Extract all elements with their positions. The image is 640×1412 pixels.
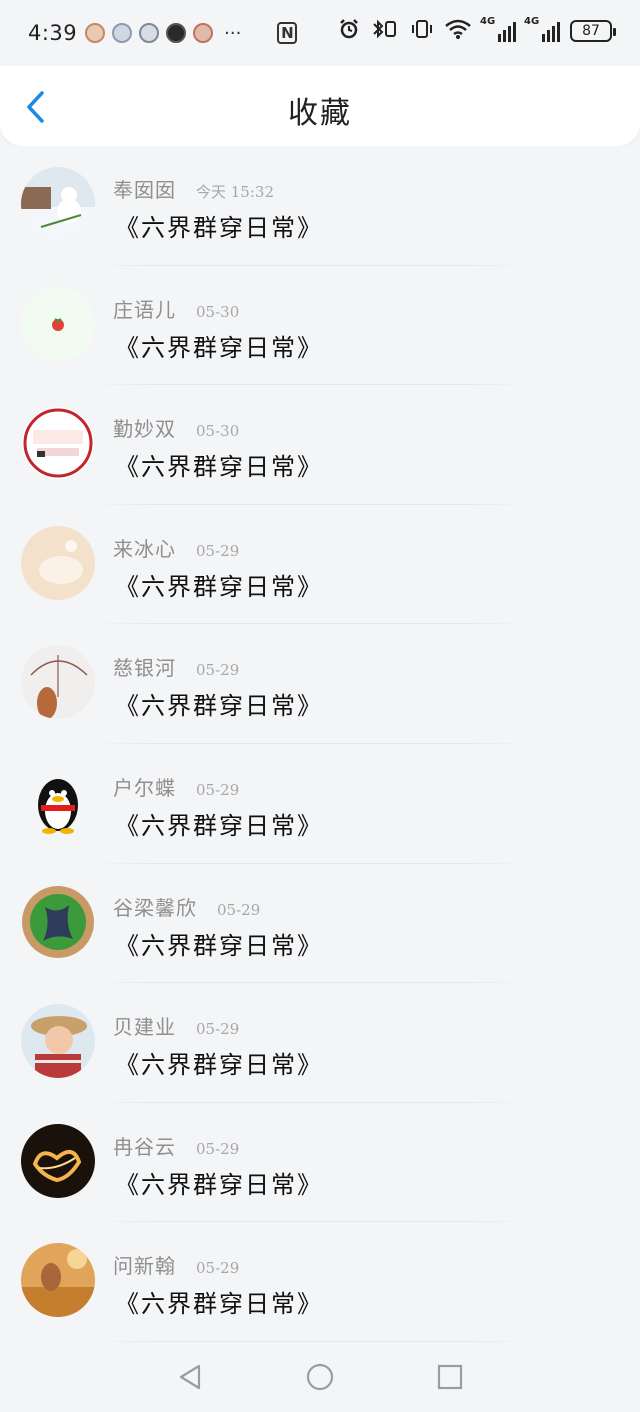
item-content: 《六界群穿日常》 (115, 333, 323, 362)
item-content: 《六界群穿日常》 (115, 1051, 323, 1080)
avatar (21, 525, 95, 600)
avatar (21, 1123, 95, 1198)
bluetooth-vibrate-icon (370, 18, 400, 43)
notification-app-icon (193, 23, 214, 43)
status-bar: 4:39 ··· N 4G 4G 87 (0, 0, 640, 66)
status-time: 4:39 (28, 21, 78, 45)
item-date: 05-29 (196, 1020, 240, 1039)
avatar (21, 286, 95, 361)
item-meta: 贝建业 05-29 (113, 1011, 239, 1040)
author-name: 来冰心 (113, 536, 176, 561)
author-name: 户尔蝶 (113, 775, 176, 800)
more-notifications-icon: ··· (224, 22, 242, 44)
avatar (21, 645, 95, 720)
wifi-icon (444, 18, 472, 43)
triangle-back-icon (179, 1364, 201, 1390)
battery-indicator: 87 (570, 19, 616, 42)
nfc-icon: N (277, 22, 298, 44)
alarm-icon (338, 18, 360, 43)
list-item[interactable]: 问新翰 05-29 《六界群穿日常》 (0, 1222, 640, 1342)
notification-icons: ··· (85, 23, 241, 44)
nav-back-button[interactable] (170, 1357, 210, 1397)
author-name: 问新翰 (113, 1254, 176, 1279)
square-recents-icon (437, 1364, 463, 1390)
author-name: 谷梁馨欣 (113, 895, 197, 920)
page-header: 收藏 (0, 66, 640, 146)
item-date: 05-29 (196, 1259, 240, 1278)
avatar (21, 1004, 95, 1079)
list-item[interactable]: 谷梁馨欣 05-29 《六界群穿日常》 (0, 864, 640, 984)
item-meta: 户尔蝶 05-29 (113, 772, 239, 801)
signal-4g-icon: 4G (524, 16, 560, 42)
item-date: 05-29 (196, 780, 240, 799)
avatar (21, 885, 95, 959)
list-item[interactable]: 庄语儿 05-30 《六界群穿日常》 (0, 266, 640, 386)
avatar (21, 167, 95, 241)
page-title: 收藏 (288, 96, 352, 131)
item-date: 05-29 (217, 900, 261, 919)
item-content: 《六界群穿日常》 (115, 572, 323, 601)
notification-app-icon (112, 23, 133, 43)
item-meta: 来冰心 05-29 (113, 533, 239, 562)
item-date: 05-30 (196, 422, 240, 441)
list-item[interactable]: 来冰心 05-29 《六界群穿日常》 (0, 505, 640, 625)
author-name: 庄语儿 (113, 297, 176, 322)
avatar (21, 764, 95, 839)
status-right-icons: 4G 4G 87 (338, 16, 616, 43)
signal-4g-icon: 4G (480, 16, 516, 42)
author-name: 勤妙双 (113, 417, 176, 442)
system-nav-bar (0, 1342, 640, 1412)
item-meta: 谷梁馨欣 05-29 (113, 892, 260, 921)
item-content: 《六界群穿日常》 (115, 811, 323, 840)
item-meta: 慈银河 05-29 (113, 652, 239, 681)
item-meta: 冉谷云 05-29 (113, 1131, 239, 1160)
author-name: 奉囡囡 (113, 178, 176, 202)
favorites-list: 奉囡囡 今天 15:32 《六界群穿日常》 庄语儿 05-30 《六界群穿日常》… (0, 146, 640, 1342)
author-name: 贝建业 (113, 1015, 176, 1040)
list-item[interactable]: 勤妙双 05-30 《六界群穿日常》 (0, 385, 640, 505)
item-meta: 勤妙双 05-30 (113, 413, 239, 442)
nav-recents-button[interactable] (430, 1357, 470, 1397)
notification-qq-icon (166, 23, 187, 43)
author-name: 慈银河 (113, 656, 176, 681)
item-content: 《六界群穿日常》 (115, 692, 323, 721)
circle-home-icon (306, 1363, 334, 1391)
avatar (21, 406, 95, 480)
item-content: 《六界群穿日常》 (115, 931, 323, 960)
list-item[interactable]: 慈银河 05-29 《六界群穿日常》 (0, 624, 640, 744)
item-meta: 问新翰 05-29 (113, 1250, 239, 1279)
list-item[interactable]: 贝建业 05-29 《六界群穿日常》 (0, 983, 640, 1103)
list-item[interactable]: 冉谷云 05-29 《六界群穿日常》 (0, 1103, 640, 1223)
vibrate-icon (410, 18, 434, 43)
item-content: 《六界群穿日常》 (115, 1170, 323, 1199)
avatar (21, 1243, 95, 1318)
author-name: 冉谷云 (113, 1134, 176, 1159)
nav-home-button[interactable] (300, 1357, 340, 1397)
item-content: 《六界群穿日常》 (115, 214, 323, 242)
item-date: 今天 15:32 (196, 183, 274, 201)
item-meta: 奉囡囡 今天 15:32 (113, 174, 274, 203)
list-item[interactable]: 奉囡囡 今天 15:32 《六界群穿日常》 (0, 146, 640, 266)
item-date: 05-29 (196, 661, 240, 680)
item-meta: 庄语儿 05-30 (113, 294, 239, 323)
item-date: 05-29 (196, 1139, 240, 1158)
notification-app-icon (85, 23, 106, 43)
list-item[interactable]: 户尔蝶 05-29 《六界群穿日常》 (0, 744, 640, 864)
notification-app-icon (139, 23, 160, 43)
item-date: 05-30 (196, 302, 240, 321)
item-date: 05-29 (196, 541, 240, 560)
item-content: 《六界群穿日常》 (115, 1290, 323, 1319)
item-content: 《六界群穿日常》 (115, 453, 323, 482)
